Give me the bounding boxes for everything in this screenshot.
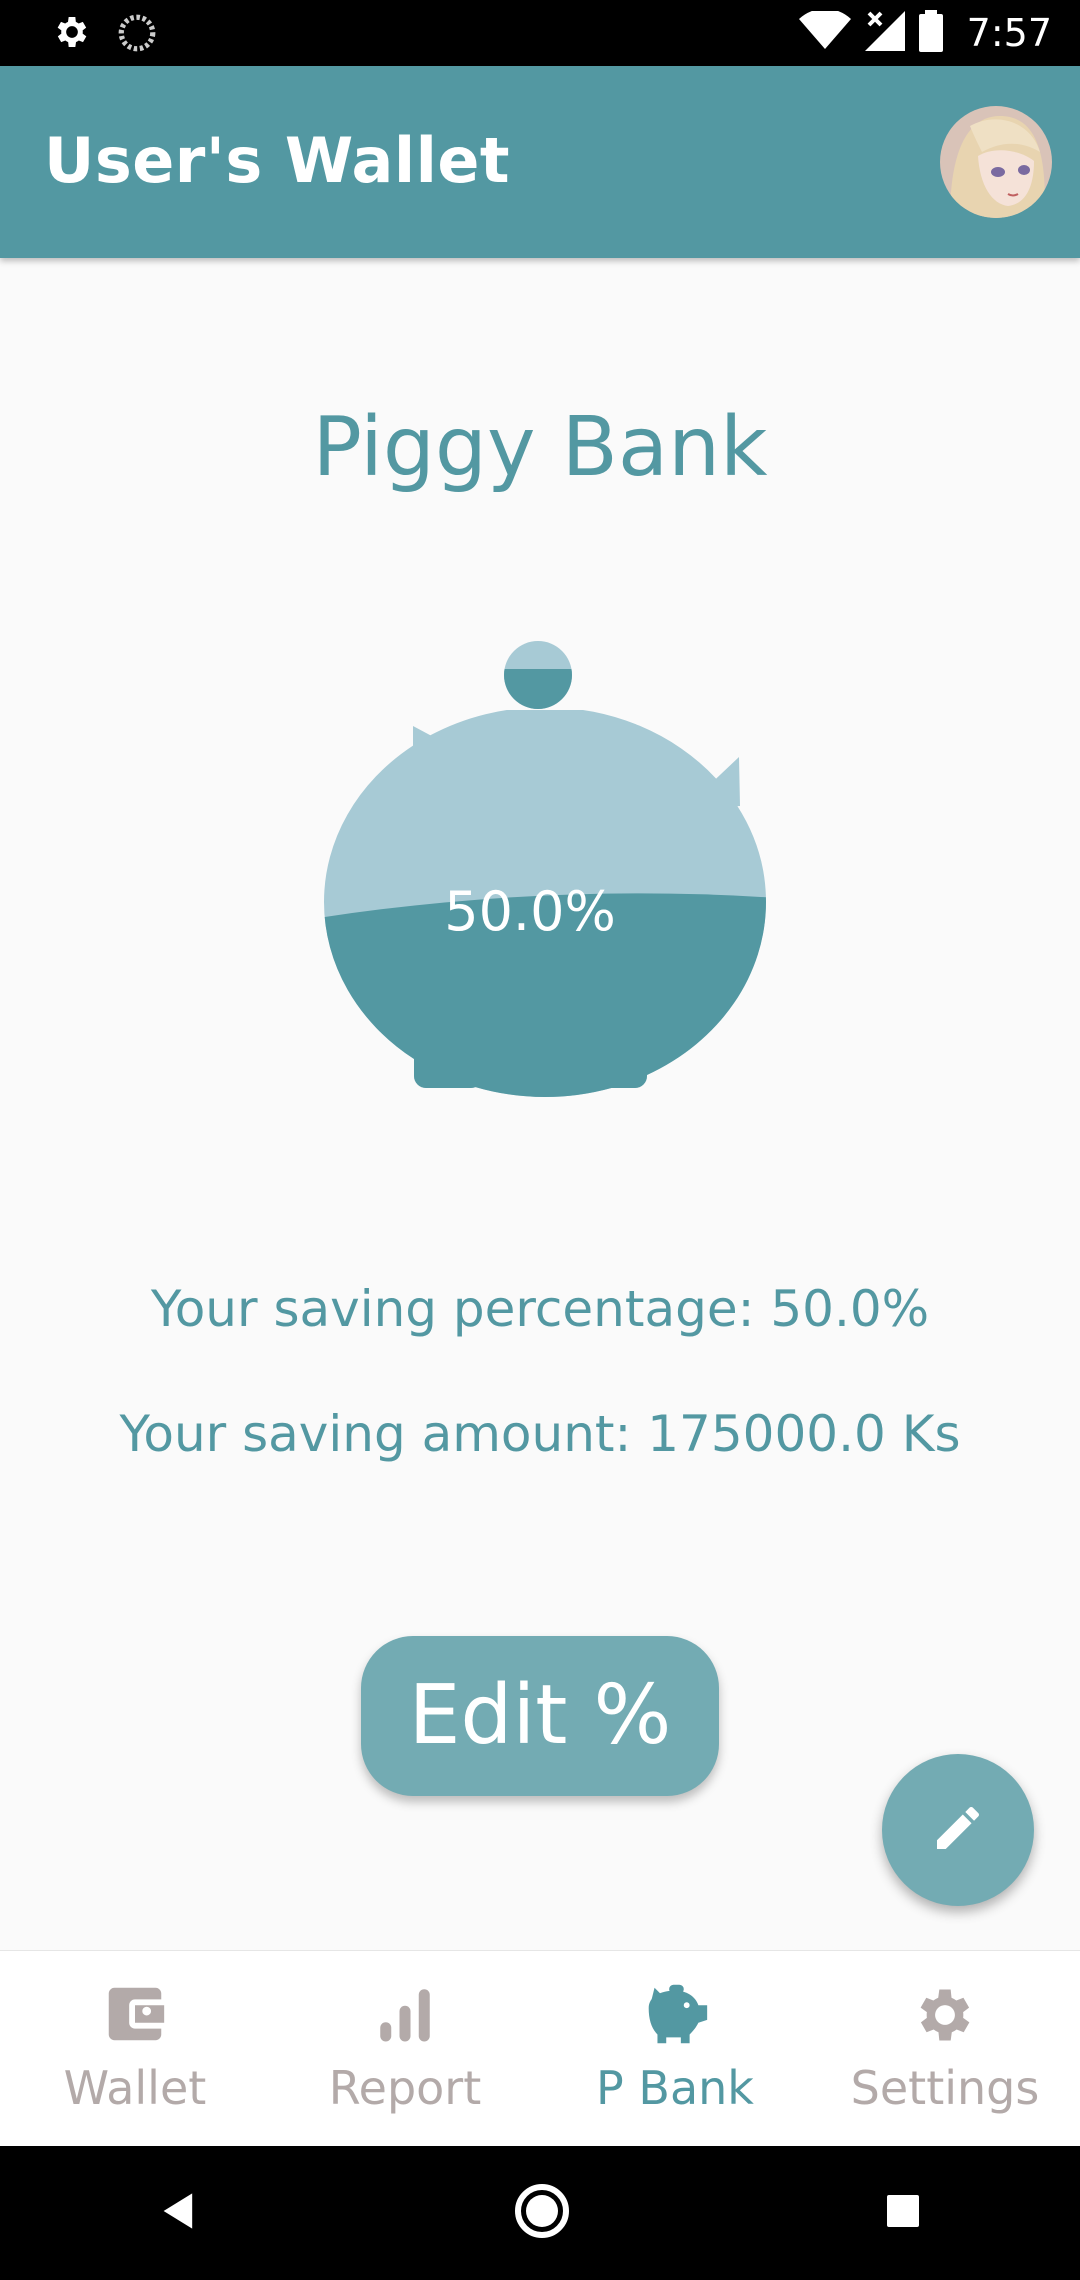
status-time: 7:57 bbox=[966, 11, 1052, 55]
wallet-icon bbox=[0, 1981, 270, 2047]
home-icon[interactable] bbox=[514, 2183, 570, 2243]
piggy-bank-graphic: 50.0% bbox=[290, 630, 770, 1120]
nav-item-settings[interactable]: Settings bbox=[810, 1951, 1080, 2147]
app-bar: User's Wallet bbox=[0, 66, 1080, 258]
edit-percent-button[interactable]: Edit % bbox=[361, 1636, 719, 1796]
nav-item-pbank[interactable]: P Bank bbox=[540, 1951, 810, 2147]
nav-label-pbank: P Bank bbox=[596, 2061, 754, 2115]
status-bar: 7:57 bbox=[0, 0, 1080, 66]
nav-item-wallet[interactable]: Wallet bbox=[0, 1951, 270, 2147]
settings-gear-icon bbox=[52, 12, 92, 56]
saving-percentage-text: Your saving percentage: 50.0% bbox=[150, 1280, 930, 1338]
pig-percent-label: 50.0% bbox=[444, 880, 616, 943]
nav-label-settings: Settings bbox=[850, 2061, 1040, 2115]
bar-chart-icon bbox=[270, 1981, 540, 2047]
nav-label-wallet: Wallet bbox=[63, 2061, 207, 2115]
app-screen: 7:57 User's Wallet Piggy Bank 50.0% Your… bbox=[0, 0, 1080, 2280]
back-icon[interactable] bbox=[157, 2189, 201, 2237]
saving-amount-text: Your saving amount: 175000.0 Ks bbox=[119, 1405, 961, 1463]
sync-icon bbox=[116, 12, 158, 58]
settings-gear-icon bbox=[810, 1981, 1080, 2049]
pencil-icon bbox=[930, 1800, 986, 1860]
edit-fab-button[interactable] bbox=[882, 1754, 1034, 1906]
page-title: Piggy Bank bbox=[312, 400, 768, 495]
app-title: User's Wallet bbox=[44, 124, 511, 197]
user-avatar[interactable] bbox=[940, 106, 1052, 218]
piggy-bank-icon bbox=[540, 1981, 810, 2047]
wifi-icon bbox=[798, 8, 851, 55]
recents-icon[interactable] bbox=[883, 2191, 923, 2235]
bottom-navigation: Wallet Report P Bank Settings bbox=[0, 1950, 1080, 2147]
nav-label-report: Report bbox=[328, 2061, 482, 2115]
battery-icon bbox=[918, 10, 943, 56]
status-icons: 7:57 bbox=[798, 0, 1052, 66]
nav-item-report[interactable]: Report bbox=[270, 1951, 540, 2147]
signal-no-data-icon bbox=[864, 11, 905, 55]
system-navigation-bar bbox=[0, 2146, 1080, 2280]
